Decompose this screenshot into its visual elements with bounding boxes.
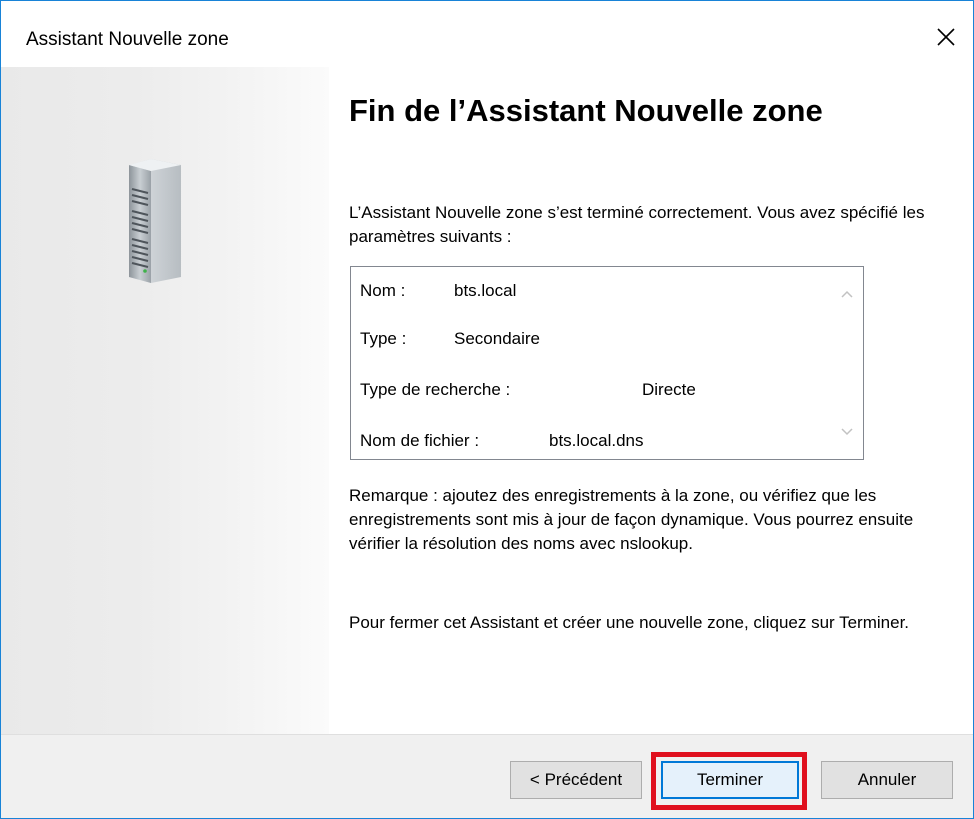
summary-value: bts.local — [454, 281, 517, 300]
chevron-up-icon — [840, 286, 854, 304]
wizard-window: Assistant Nouvelle zone Fin de l’Assista… — [0, 0, 974, 819]
summary-value: Secondaire — [454, 329, 541, 348]
summary-value: Directe — [642, 380, 696, 399]
scroll-down-button[interactable] — [839, 425, 855, 441]
intro-text: L’Assistant Nouvelle zone s’est terminé … — [349, 203, 925, 246]
summary-row-type: Type : Secondaire — [360, 329, 540, 349]
previous-button[interactable]: < Précédent — [510, 761, 642, 799]
title-bar: Assistant Nouvelle zone — [1, 1, 973, 67]
close-icon — [936, 27, 956, 47]
cancel-button[interactable]: Annuler — [821, 761, 953, 799]
settings-summary-box[interactable]: Nom : bts.local Type : Secondaire Type d… — [350, 266, 864, 460]
wizard-footer: < Précédent Terminer Annuler — [1, 735, 973, 818]
remark-text: Remarque : ajoutez des enregistrements à… — [349, 486, 914, 553]
closing-instructions: Pour fermer cet Assistant et créer une n… — [349, 613, 910, 632]
summary-scrollbar[interactable] — [831, 267, 863, 459]
wizard-content: Fin de l’Assistant Nouvelle zone L’Assis… — [329, 67, 973, 734]
summary-label: Type de recherche : — [360, 380, 511, 399]
close-button[interactable] — [919, 15, 973, 59]
summary-value: bts.local.dns — [549, 431, 644, 450]
summary-row-name: Nom : bts.local — [360, 281, 516, 301]
summary-label: Type : — [360, 329, 407, 348]
summary-label: Nom de fichier : — [360, 431, 480, 450]
wizard-side-panel — [1, 67, 329, 734]
summary-label: Nom : — [360, 281, 406, 300]
page-heading: Fin de l’Assistant Nouvelle zone — [349, 93, 823, 128]
finish-button[interactable]: Terminer — [661, 761, 799, 799]
server-icon — [121, 159, 183, 288]
summary-row-lookup-type: Type de recherche : Directe — [360, 380, 696, 400]
scroll-up-button[interactable] — [839, 287, 855, 303]
chevron-down-icon — [840, 424, 854, 442]
window-title: Assistant Nouvelle zone — [26, 29, 229, 50]
summary-row-file-name: Nom de fichier : bts.local.dns — [360, 431, 644, 451]
